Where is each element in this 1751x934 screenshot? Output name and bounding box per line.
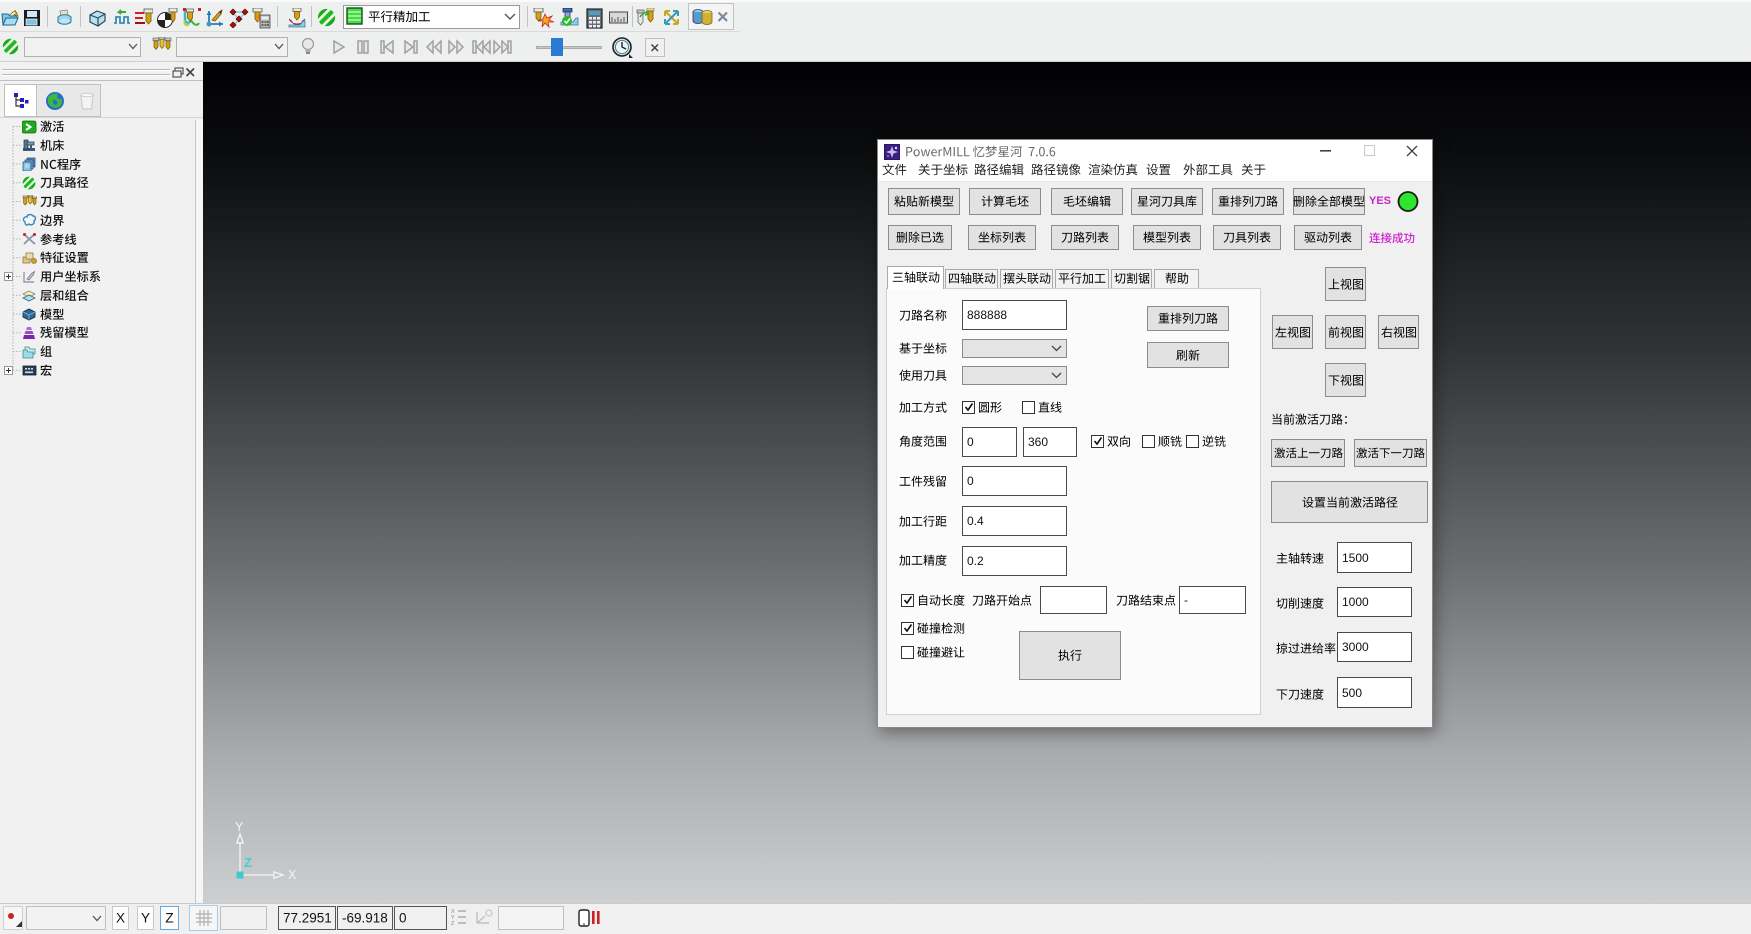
svg-text:X: X <box>288 868 297 882</box>
svg-text:Y: Y <box>235 820 244 834</box>
svg-text:Z: Z <box>244 855 252 870</box>
svg-text:Z: Z <box>451 921 455 926</box>
